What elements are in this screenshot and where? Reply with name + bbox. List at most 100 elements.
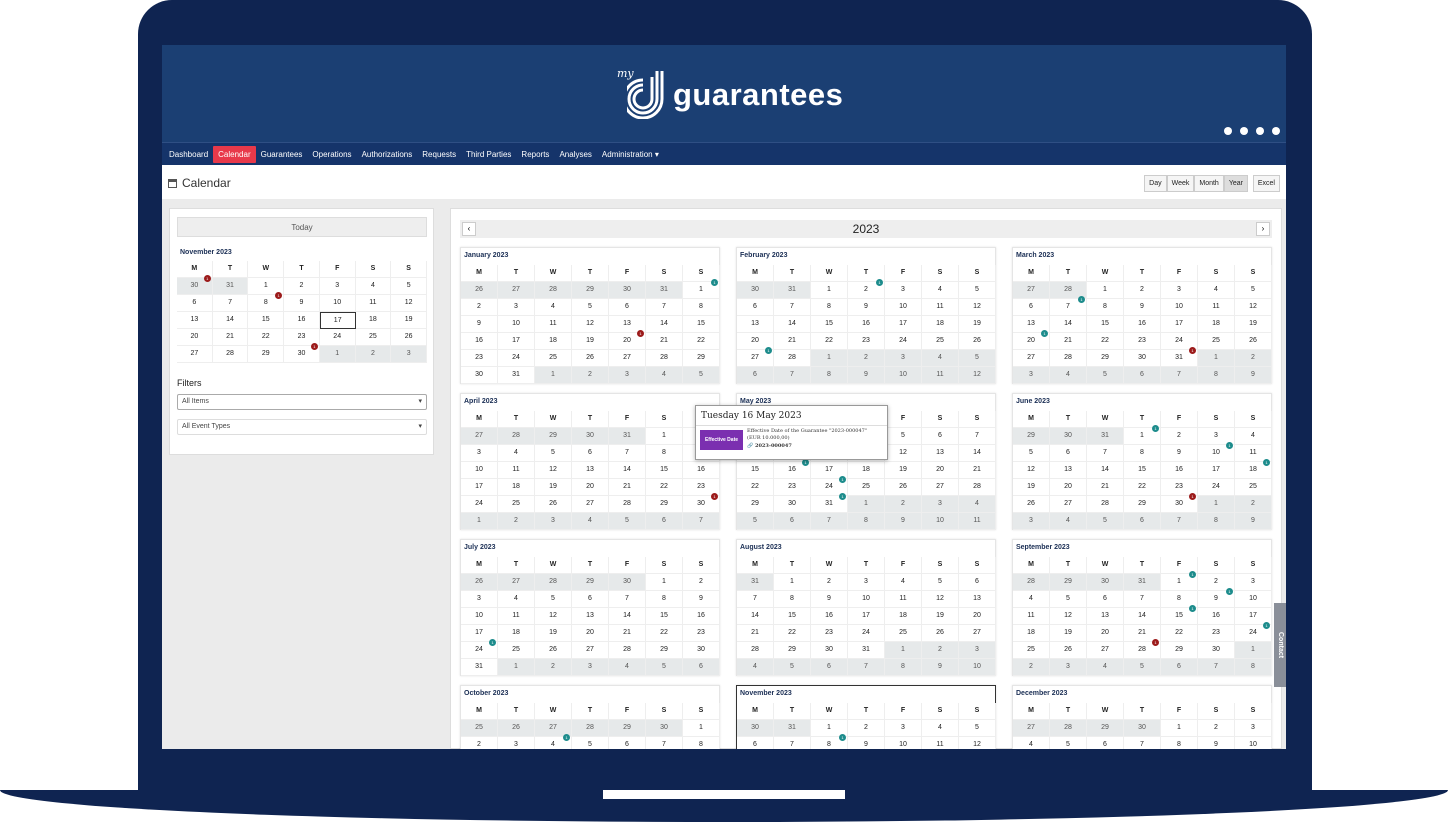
event-count-badge[interactable]: 1: [1263, 622, 1270, 629]
day-cell[interactable]: 28: [535, 282, 572, 299]
day-cell[interactable]: 71: [1050, 296, 1087, 316]
day-cell[interactable]: 15: [737, 462, 774, 479]
day-cell[interactable]: 6: [774, 513, 811, 530]
day-cell[interactable]: 7: [646, 737, 683, 749]
day-cell[interactable]: 5: [885, 428, 922, 445]
day-cell[interactable]: 10: [848, 591, 885, 608]
day-cell[interactable]: 3: [1050, 659, 1087, 676]
day-cell[interactable]: 3: [609, 367, 646, 384]
event-count-badge[interactable]: 1: [1041, 330, 1048, 337]
day-cell[interactable]: 28: [737, 642, 774, 659]
day-cell[interactable]: 10: [498, 316, 535, 333]
day-cell[interactable]: 31: [461, 659, 498, 676]
day-cell[interactable]: 2: [683, 574, 720, 591]
day-cell[interactable]: 18: [535, 333, 572, 350]
day-cell[interactable]: 10: [885, 367, 922, 384]
day-cell[interactable]: 2: [284, 278, 320, 295]
day-cell[interactable]: 3: [572, 659, 609, 676]
day-cell[interactable]: 8: [1161, 737, 1198, 749]
day-cell[interactable]: 2: [1013, 659, 1050, 676]
day-cell[interactable]: 5: [683, 367, 720, 384]
day-cell[interactable]: 9: [848, 737, 885, 749]
day-cell[interactable]: 13: [959, 591, 996, 608]
day-cell[interactable]: 21: [1087, 479, 1124, 496]
day-cell[interactable]: 3: [391, 346, 427, 363]
day-cell[interactable]: 16: [848, 316, 885, 333]
day-cell[interactable]: 19: [535, 625, 572, 642]
day-cell[interactable]: 15 1: [1161, 605, 1198, 625]
day-cell[interactable]: 1: [1235, 642, 1272, 659]
day-cell[interactable]: 14: [1087, 462, 1124, 479]
day-cell[interactable]: 27: [461, 428, 498, 445]
day-cell[interactable]: 15: [811, 316, 848, 333]
day-cell[interactable]: 6: [959, 574, 996, 591]
day-cell[interactable]: 29: [1013, 428, 1050, 445]
day-cell[interactable]: 12: [572, 316, 609, 333]
guarantee-link[interactable]: 🔗 2023-000047: [747, 443, 792, 449]
day-cell[interactable]: 23: [461, 350, 498, 367]
event-count-badge[interactable]: 1: [1189, 605, 1196, 612]
day-cell[interactable]: 7: [959, 428, 996, 445]
day-cell[interactable]: 11: [498, 462, 535, 479]
event-count-badge[interactable]: 1: [1189, 493, 1196, 500]
day-cell[interactable]: 14: [646, 316, 683, 333]
day-cell[interactable]: 19: [572, 333, 609, 350]
event-count-badge[interactable]: 1: [203, 275, 211, 282]
day-cell[interactable]: 18 1: [1235, 459, 1272, 479]
day-cell[interactable]: 16: [284, 312, 320, 329]
day-cell[interactable]: 15: [683, 316, 720, 333]
day-cell[interactable]: 9: [848, 367, 885, 384]
day-cell[interactable]: 10: [1161, 299, 1198, 316]
day-cell[interactable]: 4: [1050, 367, 1087, 384]
day-cell[interactable]: 19: [922, 608, 959, 625]
day-cell[interactable]: 7: [1161, 367, 1198, 384]
day-cell[interactable]: 7: [1198, 659, 1235, 676]
day-cell[interactable]: 20 1: [1013, 330, 1050, 350]
day-cell[interactable]: 9: [683, 591, 720, 608]
day-cell[interactable]: 26: [1050, 642, 1087, 659]
day-cell[interactable]: 25: [535, 350, 572, 367]
nav-item-authorizations[interactable]: Authorizations: [357, 146, 418, 163]
day-cell[interactable]: 18: [885, 608, 922, 625]
day-cell[interactable]: 9: [1235, 513, 1272, 530]
day-cell[interactable]: 3: [848, 574, 885, 591]
day-cell[interactable]: 26: [391, 329, 427, 346]
day-cell[interactable]: 28: [609, 496, 646, 513]
day-cell[interactable]: 3: [1161, 282, 1198, 299]
today-button[interactable]: Today: [177, 217, 427, 237]
day-cell[interactable]: 13: [737, 316, 774, 333]
day-cell[interactable]: 27: [177, 346, 213, 363]
day-cell[interactable]: 11: [1013, 608, 1050, 625]
day-cell[interactable]: 10: [885, 299, 922, 316]
day-cell[interactable]: 21: [959, 462, 996, 479]
day-cell[interactable]: 3: [1013, 367, 1050, 384]
day-cell[interactable]: 5: [1050, 737, 1087, 749]
day-cell[interactable]: 3: [319, 278, 356, 295]
bell-icon[interactable]: [1224, 127, 1232, 135]
day-cell[interactable]: 8: [646, 445, 683, 462]
day-cell[interactable]: 4: [572, 513, 609, 530]
day-cell[interactable]: 9: [1198, 737, 1235, 749]
day-cell[interactable]: 9: [922, 659, 959, 676]
event-count-badge[interactable]: 1: [1226, 442, 1233, 449]
day-cell[interactable]: 4: [646, 367, 683, 384]
day-cell[interactable]: 7: [737, 591, 774, 608]
help-icon[interactable]: [1240, 127, 1248, 135]
day-cell[interactable]: 7: [774, 299, 811, 316]
day-cell[interactable]: 12: [535, 462, 572, 479]
day-cell[interactable]: 22: [774, 625, 811, 642]
day-cell[interactable]: 6: [811, 659, 848, 676]
day-cell[interactable]: 12: [885, 445, 922, 462]
nav-item-administration[interactable]: Administration ▾: [597, 146, 664, 163]
day-cell[interactable]: 22: [1124, 479, 1161, 496]
day-cell[interactable]: 16: [811, 608, 848, 625]
nav-item-reports[interactable]: Reports: [516, 146, 554, 163]
day-cell[interactable]: 1: [1198, 496, 1235, 513]
event-count-badge[interactable]: 1: [1263, 459, 1270, 466]
day-cell[interactable]: 2: [848, 350, 885, 367]
event-count-badge[interactable]: 1: [711, 493, 718, 500]
day-cell[interactable]: 2: [885, 496, 922, 513]
day-cell[interactable]: 5: [1050, 591, 1087, 608]
day-cell[interactable]: 29: [609, 720, 646, 737]
day-cell[interactable]: 30: [737, 720, 774, 737]
